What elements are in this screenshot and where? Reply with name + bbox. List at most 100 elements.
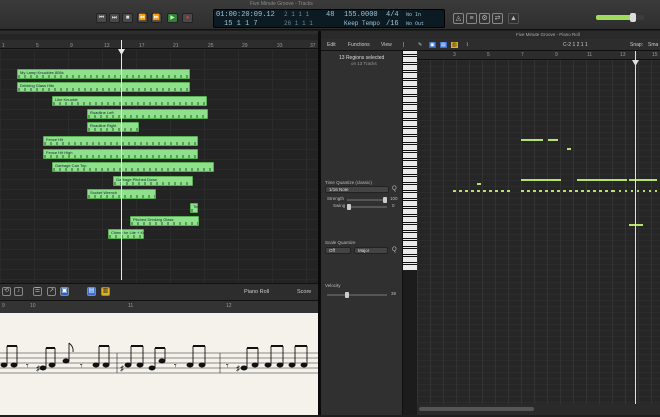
region-garbage-can[interactable]: Garbage Can Top [52,162,214,172]
lcd-bars: 15 1 1 7 [224,20,258,28]
region-roadline-right[interactable]: Roadline Right [87,122,139,132]
master-volume-slider[interactable] [596,13,644,22]
tracks-area[interactable]: My Lamp Knuckles 808s Drinking Glass Hit… [0,49,318,283]
snap-value[interactable]: Sma [648,42,658,48]
count-in-icon[interactable]: ⚙ [479,13,490,24]
midi-note[interactable] [548,139,558,141]
play-button[interactable]: ▶ [167,13,178,23]
velocity-slider[interactable] [327,292,387,298]
tracks-ruler[interactable]: 1 5 9 13 17 21 25 29 33 37 [0,31,318,49]
selection-tracks: on 13 Tracks [351,61,377,66]
cycle-bar[interactable] [0,34,318,40]
playhead[interactable] [121,40,122,280]
midi-note[interactable] [629,179,657,181]
midi-note[interactable] [613,190,660,192]
region-chime[interactable]: Chime for Lite + Knu [108,229,148,239]
region-lamp-knuckles[interactable]: My Lamp Knuckles 808s [17,69,190,79]
lcd-time: 01:00:20:09.12 [216,11,275,19]
menu-functions[interactable]: Functions [348,42,370,48]
lcd-out: No Out [406,21,425,27]
control-bar: Five Minute Groove - Tracks ⏮ ⏭ ■ ⏪ ⏩ ▶ … [0,0,660,30]
lcd-time-sub: 2 1 1 1 [284,11,310,18]
scale-apply-button[interactable]: Q [392,247,397,253]
strength-slider[interactable] [347,197,387,203]
piano-roll-link-icon[interactable]: ▤ [440,42,447,48]
piano-roll-ruler[interactable]: 3 5 7 9 11 13 15 [417,51,660,60]
midi-note[interactable] [521,190,613,192]
midi-in-icon[interactable]: ▣ [60,287,69,296]
svg-text:𝄾: 𝄾 [80,361,83,372]
forward-button[interactable]: ⏩ [151,13,162,23]
scale-type-select[interactable]: Major [354,247,388,254]
piano-roll-playhead[interactable] [635,51,636,407]
menu-edit[interactable]: Edit [327,42,336,48]
region-tin[interactable]: Tin [190,203,198,213]
scrollbar-thumb[interactable] [419,407,534,411]
scale-root-select[interactable]: Off [325,247,351,254]
midi-note[interactable] [577,179,627,181]
midi-note[interactable] [453,190,513,192]
lcd-tempo-mode: Keep Tempo [344,20,381,27]
quantize-apply-button[interactable]: Q [392,186,397,192]
rewind-button[interactable]: ⏪ [137,13,148,23]
score-ruler[interactable]: 9 10 11 12 [0,301,320,313]
swing-slider[interactable] [347,204,387,210]
strength-value: 100 [390,196,398,201]
metronome-icon[interactable]: ◬ [453,13,464,24]
editor-toolbar: ⟲ ♪ ☰ ↗ ▣ ▤ ▥ Piano Roll Score [0,283,320,301]
score-view[interactable]: 𝄾 ♯ 𝄾 ♯ 𝄾 𝄾 ♯ [0,313,320,415]
lcd-display[interactable]: 01:00:20:09.12 2 1 1 1 15 1 1 7 26 1 1 1… [213,9,445,28]
score-ruler-9: 9 [2,303,5,309]
midi-note[interactable] [521,139,543,141]
lcd-tempo: 48 [326,11,335,19]
pencil-tool-icon[interactable]: ✎ [418,42,422,48]
piano-keyboard[interactable] [403,51,417,270]
horizontal-scrollbar[interactable] [417,404,660,415]
pr-ruler-9: 9 [555,52,558,58]
pointer-tool-icon[interactable]: ↗ [47,287,56,296]
score-view-icon[interactable]: ♪ [14,287,23,296]
midi-note[interactable] [629,224,643,226]
tuner-icon[interactable]: ≡ [466,13,477,24]
record-button[interactable]: ● [182,13,193,23]
catch-icon[interactable]: ⟲ [2,287,11,296]
velocity-label: Velocity [325,283,341,288]
piano-roll-filter-icon[interactable]: ▥ [451,42,458,48]
region-like-knuckle[interactable]: Like Knuckle [52,96,207,106]
quantize-value-select[interactable]: 1/16 Note [325,186,389,193]
svg-text:♯: ♯ [236,364,240,373]
quantize-icon[interactable]: ⌇ [466,42,468,48]
piano-roll-grid[interactable] [417,60,660,404]
region-garbage-pitched[interactable]: Garbage Pitched Down [113,176,193,186]
link-icon[interactable]: ▤ [87,287,96,296]
tab-piano-roll[interactable]: Piano Roll [244,289,269,295]
go-to-end-button[interactable]: ⏭ [109,13,120,23]
note-position: C-2 1 2 1 1 [563,42,588,48]
piano-roll-midi-icon[interactable]: ▣ [429,42,436,48]
svg-text:𝄾: 𝄾 [226,361,229,372]
loop-icon[interactable]: ⇄ [492,13,503,24]
lcd-in: No In [406,12,422,18]
filter-icon[interactable]: ▥ [101,287,110,296]
swing-knob[interactable] [347,204,351,210]
midi-note[interactable] [477,183,481,185]
master-volume-level [596,15,632,20]
region-drinking-glass[interactable]: Drinking Glass Hits [17,82,190,92]
midi-note[interactable] [567,148,571,150]
tab-score[interactable]: Score [297,289,311,295]
strength-knob[interactable] [383,197,387,203]
pr-ruler-13: 13 [620,52,626,58]
midi-note[interactable] [521,179,561,181]
warning-icon[interactable]: ▲ [508,13,519,24]
score-staff[interactable]: 𝄾 ♯ 𝄾 ♯ 𝄾 𝄾 ♯ [0,313,320,415]
menu-view[interactable]: View [381,42,392,48]
region-roadline-left[interactable]: Roadline Left [87,109,208,119]
region-pitched-glass[interactable]: Pitched Drinking Glass [130,216,199,226]
score-ruler-10: 10 [30,303,36,309]
stop-button[interactable]: ■ [122,13,133,23]
master-volume-knob[interactable] [630,13,636,22]
rewind-to-start-button[interactable]: ⏮ [96,13,107,23]
lcd-bars-sub: 26 1 1 1 [284,20,313,27]
velocity-knob[interactable] [345,292,349,298]
part-box-icon[interactable]: ☰ [33,287,42,296]
